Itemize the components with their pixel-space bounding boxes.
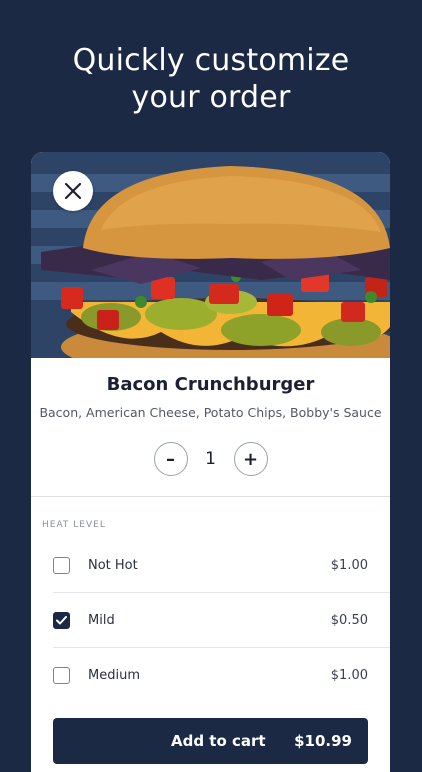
option-label: Not Hot — [88, 557, 138, 573]
product-description: Bacon, American Cheese, Potato Chips, Bo… — [39, 405, 382, 420]
check-icon — [56, 615, 67, 625]
cart-total: $10.99 — [294, 732, 352, 750]
option-label: Medium — [88, 667, 140, 683]
option-row-medium[interactable]: Medium $1.00 — [53, 648, 390, 702]
headline-line-1: Quickly customize — [72, 43, 350, 78]
close-button[interactable] — [53, 171, 93, 211]
divider — [31, 496, 390, 497]
option-price: $1.00 — [330, 557, 368, 573]
product-card: Bacon Crunchburger Bacon, American Chees… — [31, 152, 390, 772]
increment-button[interactable]: + — [233, 442, 268, 476]
options-list: Not Hot $1.00 Mild $0.50 Medium $1.00 — [31, 538, 390, 702]
close-icon — [63, 181, 83, 201]
option-row-not-hot[interactable]: Not Hot $1.00 — [53, 538, 390, 593]
headline: Quickly customize your order — [0, 42, 422, 116]
checkbox-unchecked[interactable] — [53, 666, 70, 684]
decrement-button[interactable]: – — [153, 442, 188, 476]
add-to-cart-button[interactable]: Add to cart $10.99 — [53, 718, 368, 764]
checkbox-checked[interactable] — [53, 611, 70, 629]
quantity-stepper: – 1 + — [31, 442, 390, 476]
headline-line-2: your order — [131, 80, 291, 115]
quantity-value: 1 — [205, 449, 216, 469]
option-price: $0.50 — [330, 612, 368, 628]
checkbox-unchecked[interactable] — [53, 556, 70, 574]
add-to-cart-label: Add to cart — [171, 732, 266, 750]
product-image — [31, 152, 390, 358]
option-row-mild[interactable]: Mild $0.50 — [53, 593, 390, 648]
section-label-heat-level: HEAT LEVEL — [42, 520, 106, 530]
product-name: Bacon Crunchburger — [106, 374, 315, 395]
option-label: Mild — [88, 612, 115, 628]
option-price: $1.00 — [330, 667, 368, 683]
